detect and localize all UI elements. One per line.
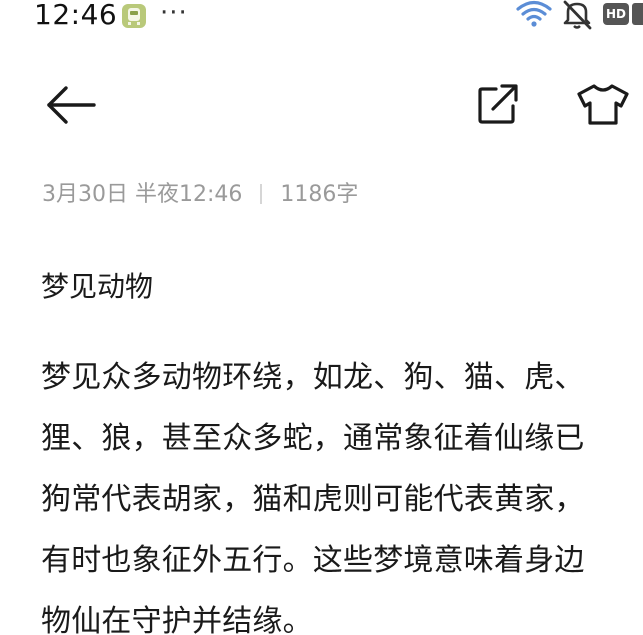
arrow-left-icon: [47, 86, 96, 124]
back-button[interactable]: [40, 83, 100, 127]
meta-divider: [260, 184, 263, 204]
theme-button[interactable]: [574, 80, 632, 128]
note-body-line: 梦见众多动物环绕，如龙、狗、猫、虎、: [41, 360, 585, 395]
mute-icon: [563, 0, 592, 30]
note-date: 3月30日 半夜12:46: [42, 182, 243, 207]
more-notifications-indicator: ···: [160, 0, 188, 28]
note-body[interactable]: 梦见众多动物环绕，如龙、狗、猫、虎、 狸、狼，甚至众多蛇，通常象征着仙缘已 狗常…: [41, 352, 643, 635]
tshirt-theme-icon: [577, 84, 629, 125]
share-button[interactable]: [472, 80, 524, 128]
note-body-line: 狗常代表胡家，猫和虎则可能代表黄家，: [41, 482, 585, 517]
note-toolbar: [0, 70, 643, 140]
note-meta: 3月30日 半夜12:46 1186字: [42, 178, 358, 212]
note-word-count: 1186字: [280, 182, 359, 207]
share-export-icon: [478, 84, 518, 124]
note-body-line: 狸、狼，甚至众多蛇，通常象征着仙缘已: [41, 421, 585, 456]
hd-icon: HD: [603, 3, 629, 25]
app-notification-icon: [122, 4, 146, 28]
note-body-line: 物仙在守护并结缘。: [41, 604, 313, 635]
wifi-icon: [516, 0, 552, 27]
signal-icon: [632, 3, 643, 25]
note-title[interactable]: 梦见动物: [41, 266, 153, 308]
note-screen: 12:46 ··· HD 3月30日 半夜12:46 1186字 梦见动物 梦见…: [0, 0, 643, 635]
status-bar: 12:46 ··· HD: [0, 0, 643, 34]
note-body-line: 有时也象征外五行。这些梦境意味着身边: [41, 543, 585, 578]
status-time: 12:46: [34, 0, 118, 31]
